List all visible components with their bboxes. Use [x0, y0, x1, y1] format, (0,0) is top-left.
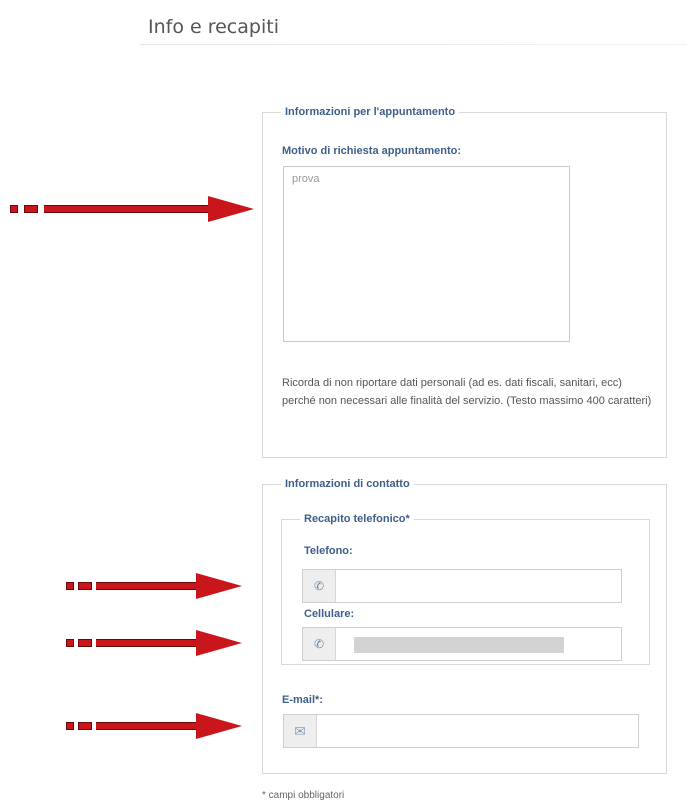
annotation-arrow-telefono	[66, 573, 242, 599]
phone-icon: ✆	[303, 628, 336, 660]
appointment-legend: Informazioni per l'appuntamento	[285, 106, 456, 118]
contact-legend: Informazioni di contatto	[285, 478, 410, 490]
reason-textarea[interactable]	[283, 166, 570, 342]
redacted-value	[354, 637, 564, 653]
envelope-icon: ✉	[284, 715, 317, 747]
phone-legend: Recapito telefonico*	[304, 513, 410, 525]
email-label: E-mail*:	[282, 694, 323, 706]
email-input-group: ✉	[283, 714, 639, 748]
reason-label: Motivo di richiesta appuntamento:	[282, 145, 462, 157]
annotation-arrow-reason	[10, 196, 256, 222]
privacy-note: Ricorda di non riportare dati personali …	[282, 377, 652, 407]
cellulare-input-group: ✆	[302, 627, 622, 661]
phone-icon: ✆	[303, 570, 336, 602]
telefono-input-group: ✆	[302, 569, 622, 603]
cellulare-input[interactable]	[336, 628, 621, 660]
cellulare-label: Cellulare:	[304, 608, 355, 620]
email-input[interactable]	[317, 715, 638, 747]
annotation-arrow-cellulare	[66, 630, 242, 656]
page-title: Info e recapiti	[148, 16, 279, 38]
required-footnote: * campi obbligatori	[262, 790, 345, 801]
telefono-input[interactable]	[336, 570, 621, 602]
telefono-label: Telefono:	[304, 545, 353, 557]
title-divider	[140, 44, 687, 45]
annotation-arrow-email	[66, 713, 242, 739]
